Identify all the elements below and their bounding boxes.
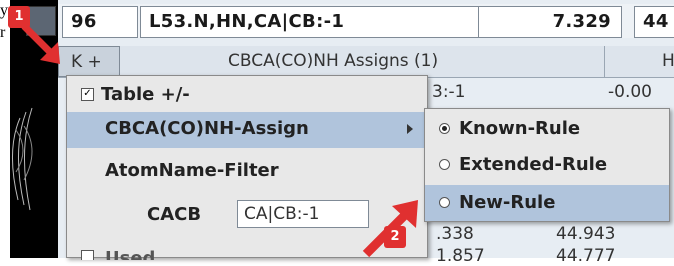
submenu-arrow-icon (407, 124, 413, 134)
cacb-label: CACB (147, 204, 202, 225)
row-shift-cell[interactable]: 7.329 (478, 6, 622, 38)
bg-cell: 44.943 (556, 224, 616, 244)
radio-selected-icon (439, 123, 450, 134)
row-shift2-cell[interactable]: 44 (634, 6, 674, 38)
table-row[interactable]: 96 L53.N,HN,CA|CB:-1 7.329 44 (58, 4, 674, 38)
assign-rule-submenu: Known-Rule Extended-Rule New-Rule (424, 108, 670, 222)
left-text-fragment-bottom: r (0, 24, 6, 41)
header-divider (604, 46, 605, 77)
bg-cell: .338 (436, 224, 474, 244)
bg-cell: 44.777 (556, 246, 616, 266)
bg-cell: -0.00 (608, 82, 652, 102)
extended-rule-item[interactable]: Extended-Rule (425, 147, 669, 183)
cacb-input[interactable]: CA|CB:-1 (237, 200, 369, 228)
annotation-arrow-1-icon (21, 23, 60, 64)
checkbox-icon (81, 250, 94, 260)
known-rule-item[interactable]: Known-Rule (425, 111, 669, 147)
new-rule-item[interactable]: New-Rule (425, 185, 669, 221)
left-text-fragment-top: y (0, 2, 8, 19)
radio-icon (439, 159, 450, 170)
row-assignment-cell[interactable]: L53.N,HN,CA|CB:-1 (140, 6, 482, 38)
table-toggle-item[interactable]: ✓ Table +/- (67, 78, 427, 112)
bg-cell: 1.857 (436, 246, 485, 266)
checkbox-icon: ✓ (81, 88, 94, 101)
cbca-assign-item[interactable]: CBCA(CO)NH-Assign (67, 112, 427, 148)
radio-icon (439, 197, 450, 208)
tab-cbca-assigns[interactable]: CBCA(CO)NH Assigns (1) (228, 46, 438, 76)
bg-cell: 3:-1 (432, 82, 466, 102)
table-header: K + CBCA(CO)NH Assigns (1) H (58, 46, 674, 78)
annotation-badge-2: 2 (384, 226, 406, 248)
atomname-filter-item[interactable]: AtomName-Filter (67, 154, 427, 188)
tab-h-partial[interactable]: H (662, 46, 674, 76)
